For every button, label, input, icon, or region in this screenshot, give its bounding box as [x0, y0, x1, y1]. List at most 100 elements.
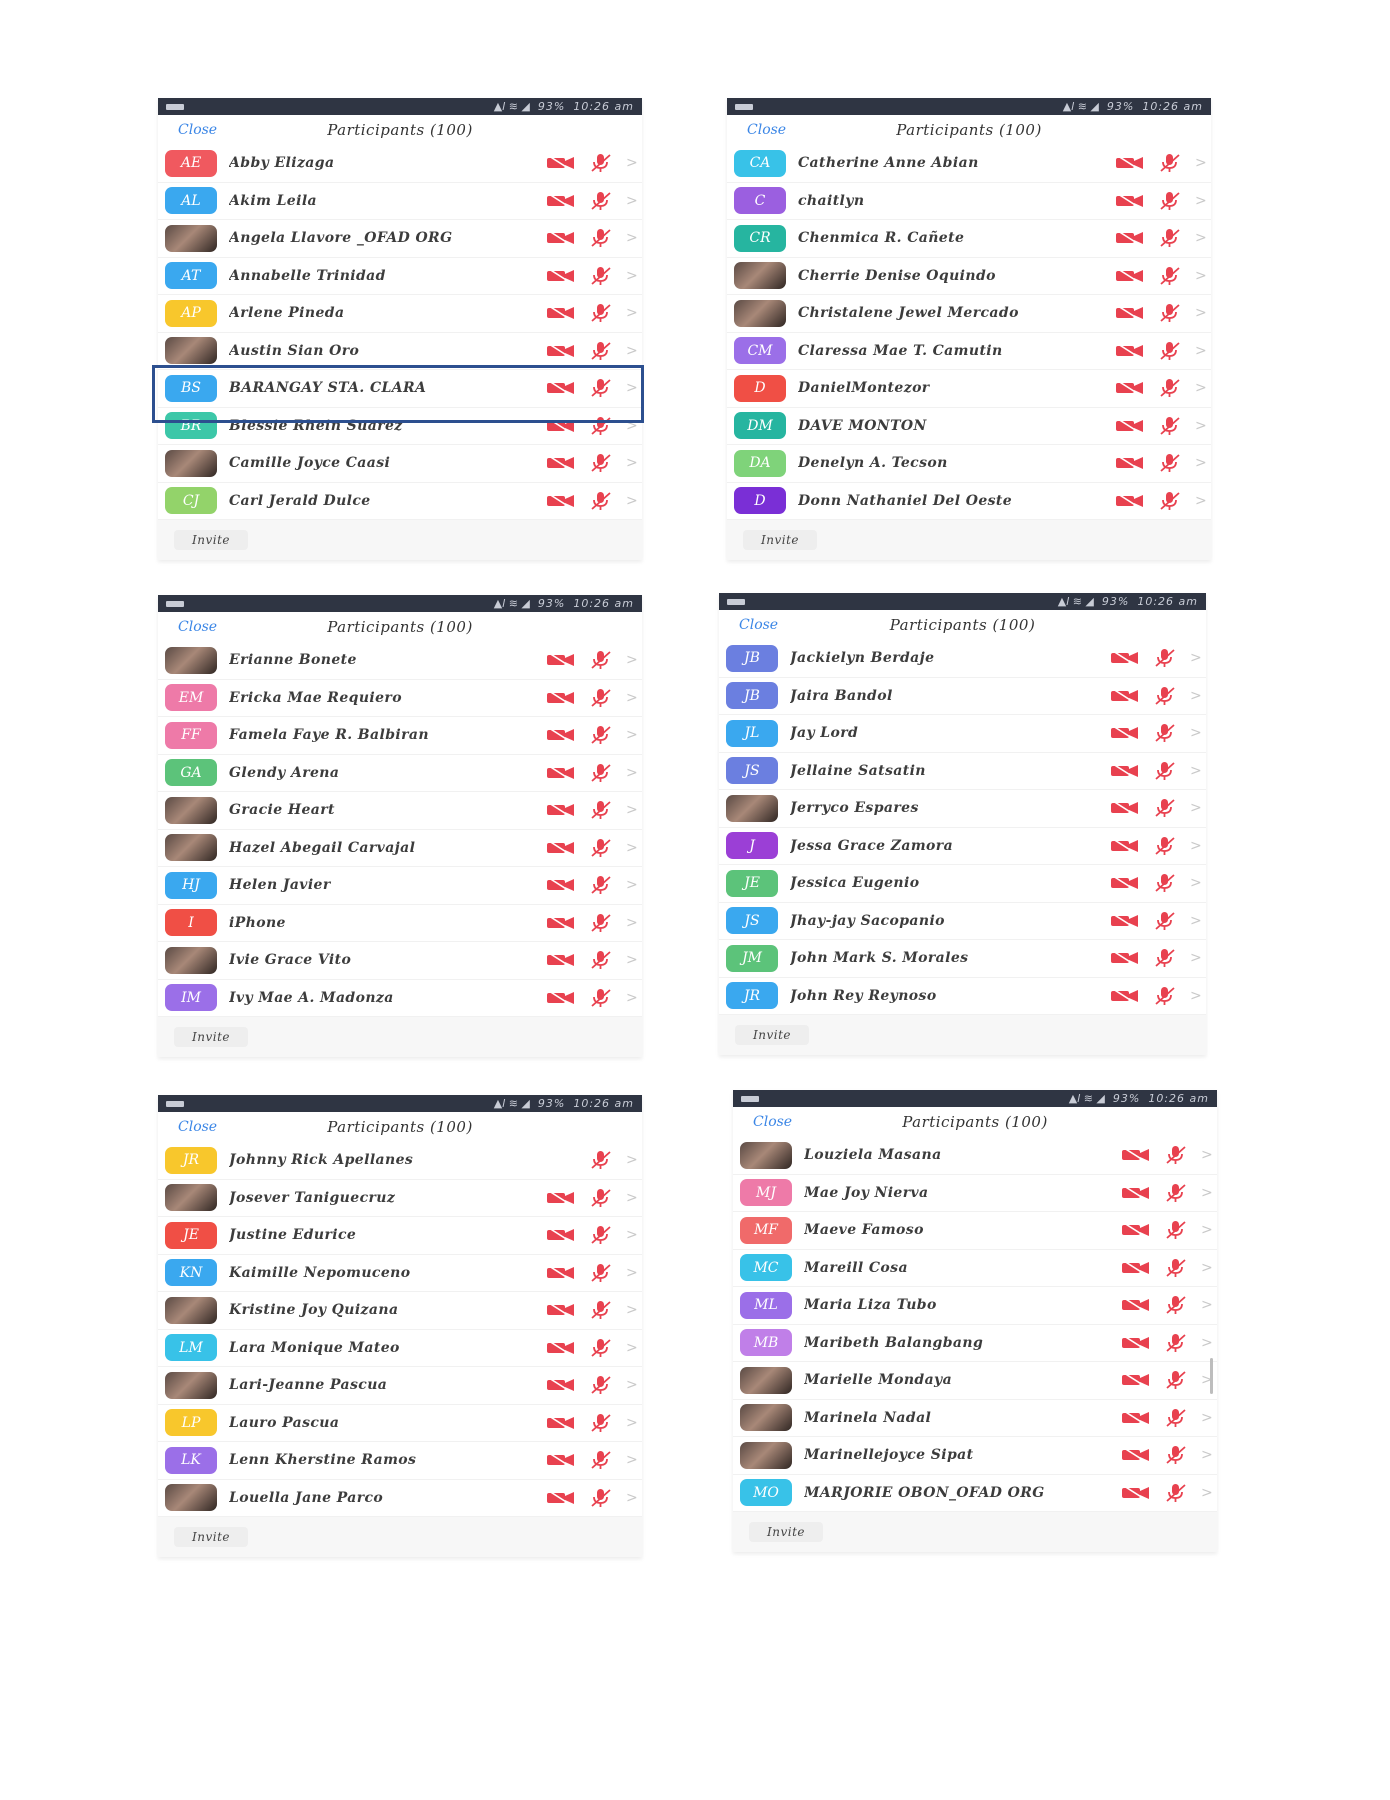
participant-row[interactable]: Cchaitlyn > [727, 183, 1211, 220]
chevron-right-icon[interactable]: > [1190, 950, 1202, 966]
participant-row[interactable]: GA Glendy Arena > [158, 755, 642, 792]
participant-row[interactable]: IiPhone > [158, 905, 642, 942]
participant-row[interactable]: MC Mareill Cosa > [733, 1250, 1217, 1287]
chevron-right-icon[interactable]: > [1195, 155, 1207, 171]
participant-row[interactable]: CA Catherine Anne Abian > [727, 145, 1211, 183]
invite-button[interactable]: Invite [749, 1522, 824, 1542]
participant-row[interactable]: EM Ericka Mae Requiero > [158, 680, 642, 717]
chevron-right-icon[interactable]: > [1190, 800, 1202, 816]
chevron-right-icon[interactable]: > [1195, 493, 1207, 509]
participant-row[interactable]: Camille Joyce Caasi > [158, 445, 642, 483]
participant-row[interactable]: D Donn Nathaniel Del Oeste > [727, 483, 1211, 520]
participant-row[interactable]: Kristine Joy Quizana > [158, 1292, 642, 1330]
chevron-right-icon[interactable]: > [626, 877, 638, 893]
participant-row[interactable]: Josever Taniguecruz > [158, 1180, 642, 1217]
chevron-right-icon[interactable]: > [1190, 988, 1202, 1004]
participant-row[interactable]: CR Chenmica R. Cañete > [727, 220, 1211, 258]
participant-row[interactable]: LM Lara Monique Mateo > [158, 1330, 642, 1367]
chevron-right-icon[interactable]: > [626, 990, 638, 1006]
chevron-right-icon[interactable]: > [626, 305, 638, 321]
chevron-right-icon[interactable]: > [1201, 1485, 1213, 1501]
participant-row[interactable]: MJ Mae Joy Nierva > [733, 1175, 1217, 1212]
invite-button[interactable]: Invite [174, 1527, 249, 1547]
participant-row[interactable]: JE Justine Edurice > [158, 1217, 642, 1255]
chevron-right-icon[interactable]: > [626, 455, 638, 471]
chevron-right-icon[interactable]: > [626, 1227, 638, 1243]
participant-row[interactable]: MF Maeve Famoso > [733, 1212, 1217, 1250]
chevron-right-icon[interactable]: > [1195, 268, 1207, 284]
chevron-right-icon[interactable]: > [626, 155, 638, 171]
chevron-right-icon[interactable]: > [1201, 1410, 1213, 1426]
chevron-right-icon[interactable]: > [626, 1490, 638, 1506]
chevron-right-icon[interactable]: > [626, 952, 638, 968]
participant-row[interactable]: Marinellejoyce Sipat > [733, 1437, 1217, 1475]
participant-row[interactable]: Cherrie Denise Oquindo > [727, 258, 1211, 295]
chevron-right-icon[interactable]: > [626, 1452, 638, 1468]
chevron-right-icon[interactable]: > [626, 1302, 638, 1318]
participant-row[interactable]: Christalene Jewel Mercado > [727, 295, 1211, 333]
participant-row[interactable]: JS Jhay-jay Sacopanio > [719, 903, 1206, 940]
participant-row[interactable]: CJ Carl Jerald Dulce > [158, 483, 642, 520]
participant-row[interactable]: IM Ivy Mae A. Madonza > [158, 980, 642, 1017]
chevron-right-icon[interactable]: > [1201, 1222, 1213, 1238]
participant-row[interactable]: D DanielMontezor > [727, 370, 1211, 408]
invite-button[interactable]: Invite [743, 530, 818, 550]
chevron-right-icon[interactable]: > [626, 268, 638, 284]
participant-row[interactable]: AE Abby Elizaga > [158, 145, 642, 183]
participant-row[interactable]: Jerryco Espares > [719, 790, 1206, 828]
participant-row[interactable]: Marinela Nadal > [733, 1400, 1217, 1437]
participant-row[interactable]: JB Jackielyn Berdaje > [719, 640, 1206, 678]
chevron-right-icon[interactable]: > [1190, 875, 1202, 891]
chevron-right-icon[interactable]: > [626, 765, 638, 781]
chevron-right-icon[interactable]: > [626, 230, 638, 246]
participant-row[interactable]: CM Claressa Mae T. Camutin > [727, 333, 1211, 370]
participant-row[interactable]: Marielle Mondaya > [733, 1362, 1217, 1400]
participant-row[interactable]: MB Maribeth Balangbang > [733, 1325, 1217, 1362]
participant-row[interactable]: Lari-Jeanne Pascua > [158, 1367, 642, 1405]
chevron-right-icon[interactable]: > [1190, 688, 1202, 704]
participant-row[interactable]: BR Blessie Rhein Suarez > [158, 408, 642, 445]
participant-row[interactable]: DA Denelyn A. Tecson > [727, 445, 1211, 483]
participant-row[interactable]: JM John Mark S. Morales > [719, 940, 1206, 978]
participant-row[interactable]: MO MARJORIE OBON_OFAD ORG > [733, 1475, 1217, 1512]
close-button[interactable]: Close [753, 1114, 792, 1130]
participant-row[interactable]: HJ Helen Javier > [158, 867, 642, 905]
chevron-right-icon[interactable]: > [626, 493, 638, 509]
chevron-right-icon[interactable]: > [1201, 1185, 1213, 1201]
chevron-right-icon[interactable]: > [626, 1340, 638, 1356]
chevron-right-icon[interactable]: > [626, 1265, 638, 1281]
chevron-right-icon[interactable]: > [626, 343, 638, 359]
chevron-right-icon[interactable]: > [1190, 838, 1202, 854]
chevron-right-icon[interactable]: > [626, 418, 638, 434]
participant-row[interactable]: BS BARANGAY STA. CLARA > [158, 370, 642, 408]
participant-row[interactable]: LP Lauro Pascua > [158, 1405, 642, 1442]
chevron-right-icon[interactable]: > [626, 690, 638, 706]
chevron-right-icon[interactable]: > [626, 1190, 638, 1206]
close-button[interactable]: Close [747, 122, 786, 138]
close-button[interactable]: Close [739, 617, 778, 633]
chevron-right-icon[interactable]: > [1195, 418, 1207, 434]
chevron-right-icon[interactable]: > [1201, 1297, 1213, 1313]
chevron-right-icon[interactable]: > [626, 802, 638, 818]
chevron-right-icon[interactable]: > [1190, 650, 1202, 666]
chevron-right-icon[interactable]: > [1201, 1372, 1213, 1388]
participant-row[interactable]: AL Akim Leila > [158, 183, 642, 220]
participant-row[interactable]: Louella Jane Parco > [158, 1480, 642, 1517]
participant-row[interactable]: Angela Llavore _OFAD ORG > [158, 220, 642, 258]
participant-row[interactable]: AP Arlene Pineda > [158, 295, 642, 333]
participant-row[interactable]: ML Maria Liza Tubo > [733, 1287, 1217, 1325]
chevron-right-icon[interactable]: > [1201, 1447, 1213, 1463]
chevron-right-icon[interactable]: > [626, 193, 638, 209]
participant-row[interactable]: J Jessa Grace Zamora > [719, 828, 1206, 865]
close-button[interactable]: Close [178, 619, 217, 635]
participant-row[interactable]: DM DAVE MONTON > [727, 408, 1211, 445]
invite-button[interactable]: Invite [174, 1027, 249, 1047]
chevron-right-icon[interactable]: > [1195, 305, 1207, 321]
close-button[interactable]: Close [178, 122, 217, 138]
chevron-right-icon[interactable]: > [1201, 1260, 1213, 1276]
participant-row[interactable]: JR John Rey Reynoso > [719, 978, 1206, 1015]
chevron-right-icon[interactable]: > [1201, 1147, 1213, 1163]
chevron-right-icon[interactable]: > [1201, 1335, 1213, 1351]
participant-row[interactable]: LK Lenn Kherstine Ramos > [158, 1442, 642, 1480]
chevron-right-icon[interactable]: > [626, 915, 638, 931]
